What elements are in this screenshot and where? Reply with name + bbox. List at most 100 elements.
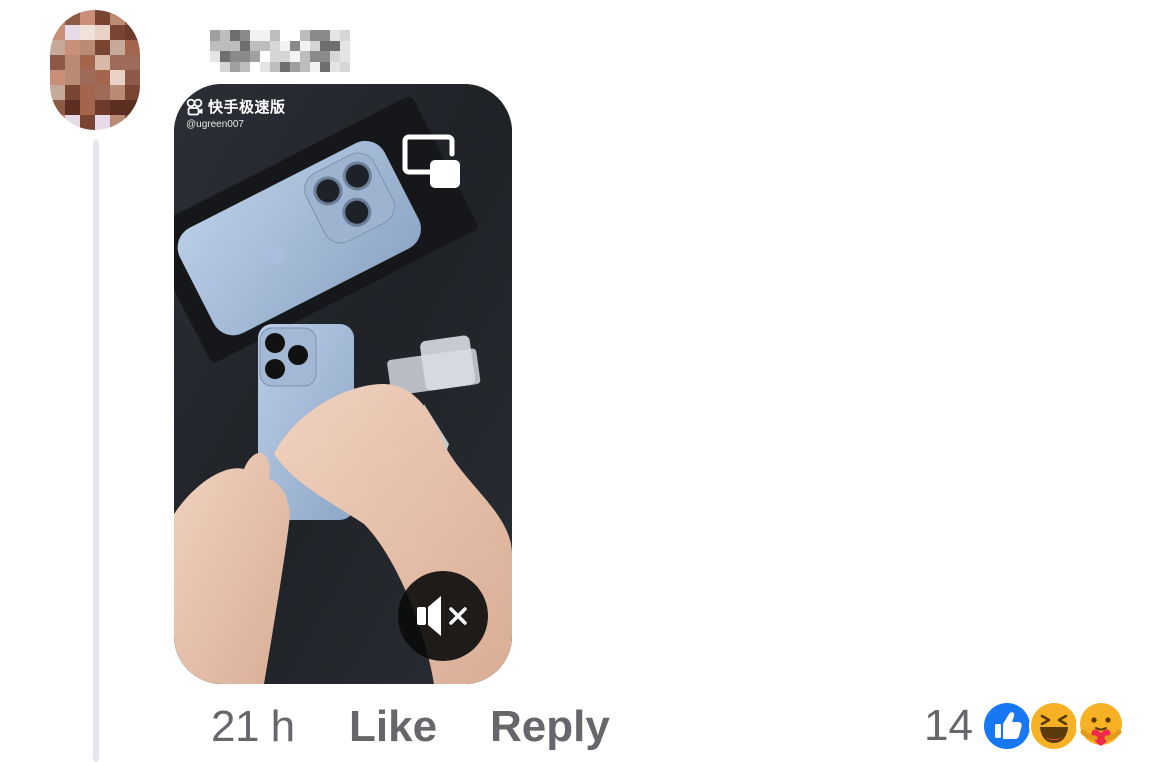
mosaic-cell <box>65 70 80 85</box>
mosaic-cell <box>340 40 350 51</box>
mosaic-cell <box>320 51 330 62</box>
mosaic-cell <box>80 115 95 130</box>
mosaic-cell <box>65 115 80 130</box>
mosaic-cell <box>110 55 125 70</box>
mosaic-cell <box>310 51 320 62</box>
mosaic-cell <box>330 61 340 72</box>
mosaic-cell <box>270 61 280 72</box>
mosaic-cell <box>300 61 310 72</box>
mosaic-cell <box>65 25 80 40</box>
muted-speaker-icon <box>417 596 467 636</box>
mosaic-cell <box>340 61 350 72</box>
mosaic-cell <box>210 30 220 41</box>
mosaic-cell <box>220 61 230 72</box>
comment-video[interactable]: 快手极速版 @ugreen007 <box>174 84 512 684</box>
mosaic-cell <box>65 100 80 115</box>
mosaic-cell <box>125 85 140 100</box>
mosaic-cell <box>290 51 300 62</box>
mosaic-cell <box>220 40 230 51</box>
mosaic-cell <box>260 40 270 51</box>
mosaic-cell <box>250 61 260 72</box>
mosaic-cell <box>50 25 65 40</box>
mosaic-cell <box>110 115 125 130</box>
mosaic-cell <box>125 10 140 25</box>
mosaic-cell <box>280 61 290 72</box>
mosaic-cell <box>80 100 95 115</box>
mosaic-cell <box>125 55 140 70</box>
thread-line <box>93 140 99 762</box>
mosaic-cell <box>290 61 300 72</box>
brand-name: 快手极速版 <box>208 99 286 116</box>
reaction-count: 14 <box>924 701 973 750</box>
mosaic-cell <box>340 30 350 41</box>
picture-in-picture-icon <box>402 134 460 188</box>
mosaic-cell <box>80 25 95 40</box>
mosaic-cell <box>290 40 300 51</box>
mosaic-cell <box>210 61 220 72</box>
comment-timestamp[interactable]: 21 h <box>211 702 295 752</box>
mosaic-cell <box>340 51 350 62</box>
mosaic-cell <box>230 61 240 72</box>
mosaic-cell <box>65 55 80 70</box>
mosaic-cell <box>110 10 125 25</box>
mosaic-cell <box>270 51 280 62</box>
mosaic-cell <box>110 85 125 100</box>
mosaic-cell <box>330 51 340 62</box>
mosaic-cell <box>95 100 110 115</box>
mosaic-cell <box>125 70 140 85</box>
reaction-summary[interactable]: 14 <box>924 700 1126 752</box>
mosaic-cell <box>65 10 80 25</box>
mosaic-cell <box>330 30 340 41</box>
mosaic-cell <box>80 40 95 55</box>
mosaic-cell <box>50 115 65 130</box>
mosaic-cell <box>310 30 320 41</box>
mosaic-cell <box>125 100 140 115</box>
mosaic-cell <box>80 10 95 25</box>
mosaic-cell <box>250 40 260 51</box>
haha-reaction-icon <box>1028 701 1079 751</box>
mosaic-cell <box>230 40 240 51</box>
mosaic-cell <box>260 61 270 72</box>
mosaic-cell <box>270 40 280 51</box>
reply-button[interactable]: Reply <box>490 702 610 752</box>
mosaic-cell <box>290 30 300 41</box>
mosaic-cell <box>110 100 125 115</box>
mosaic-cell <box>125 25 140 40</box>
mosaic-cell <box>300 51 310 62</box>
like-reaction-icon <box>981 701 1032 751</box>
mosaic-cell <box>50 40 65 55</box>
commenter-name-blurred[interactable] <box>210 30 350 72</box>
mosaic-cell <box>310 40 320 51</box>
picture-in-picture-button[interactable] <box>400 132 464 196</box>
mosaic-cell <box>270 30 280 41</box>
mosaic-cell <box>95 25 110 40</box>
like-button[interactable]: Like <box>349 702 437 752</box>
mosaic-cell <box>300 40 310 51</box>
mosaic-cell <box>95 55 110 70</box>
mute-toggle-button[interactable] <box>398 571 488 661</box>
mosaic-cell <box>50 10 65 25</box>
mosaic-cell <box>240 61 250 72</box>
mosaic-cell <box>80 55 95 70</box>
mosaic-cell <box>65 85 80 100</box>
avatar[interactable] <box>50 10 140 130</box>
mosaic-cell <box>220 30 230 41</box>
mosaic-cell <box>250 51 260 62</box>
mosaic-cell <box>125 115 140 130</box>
mosaic-cell <box>300 30 310 41</box>
mosaic-cell <box>230 30 240 41</box>
mosaic-cell <box>260 51 270 62</box>
mosaic-cell <box>210 40 220 51</box>
mosaic-cell <box>50 100 65 115</box>
mosaic-cell <box>95 40 110 55</box>
mosaic-cell <box>220 51 230 62</box>
mosaic-cell <box>280 30 290 41</box>
mosaic-cell <box>95 10 110 25</box>
mosaic-cell <box>280 51 290 62</box>
mosaic-cell <box>210 51 220 62</box>
mosaic-cell <box>110 40 125 55</box>
mosaic-cell <box>230 51 240 62</box>
mosaic-cell <box>330 40 340 51</box>
mosaic-cell <box>320 30 330 41</box>
mosaic-cell <box>280 40 290 51</box>
